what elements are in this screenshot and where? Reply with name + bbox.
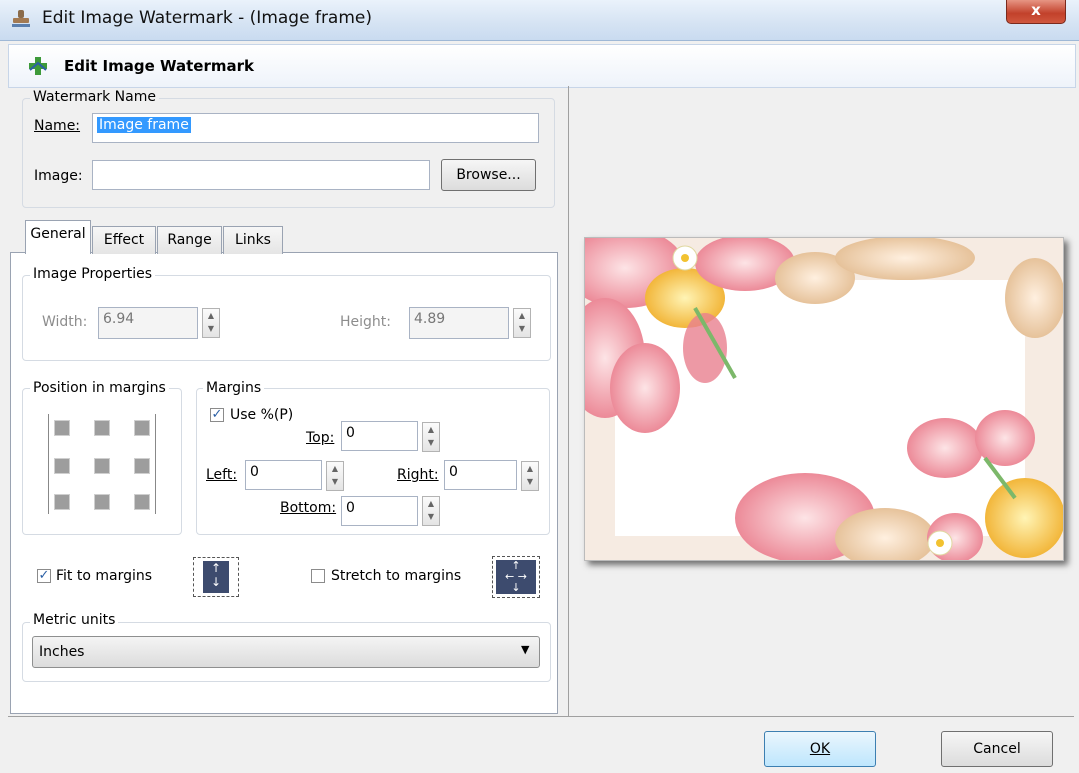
stretch-icon-button[interactable]: ↑ ← → ↓ <box>492 556 540 598</box>
add-watermark-icon <box>29 57 47 75</box>
width-input[interactable]: 6.94 <box>98 307 198 339</box>
left-label: Left: <box>206 467 238 483</box>
fit-icon-button[interactable]: ↑ ↓ <box>193 557 239 597</box>
metric-units-label: Metric units <box>30 612 119 628</box>
header-title: Edit Image Watermark <box>64 57 254 75</box>
height-spinner[interactable]: ▲ ▼ <box>513 308 531 338</box>
bottom-spinner[interactable]: ▲ ▼ <box>422 496 440 526</box>
image-properties-label: Image Properties <box>30 266 156 282</box>
watermark-name-label: Watermark Name <box>30 89 159 105</box>
stretch-icon: ↑ ← → ↓ <box>496 560 536 594</box>
name-label: Name: <box>34 118 81 134</box>
metric-units-select[interactable]: Inches ▼ <box>32 636 540 668</box>
title-bar: Edit Image Watermark - (Image frame) x <box>0 0 1079 41</box>
bottom-input[interactable]: 0 <box>341 496 418 526</box>
tab-range[interactable]: Range <box>157 226 222 254</box>
position-grid <box>48 414 158 514</box>
margins-label: Margins <box>203 380 265 396</box>
stretch-to-margins-checkbox[interactable] <box>311 569 325 583</box>
height-label: Height: <box>340 314 391 330</box>
left-spinner[interactable]: ▲ ▼ <box>326 461 344 491</box>
fit-to-margins-checkbox[interactable]: ✓ <box>37 569 51 583</box>
tab-effect[interactable]: Effect <box>92 226 156 254</box>
name-value: Image frame <box>97 117 191 133</box>
right-input[interactable]: 0 <box>444 460 517 490</box>
right-label: Right: <box>397 467 439 483</box>
width-spinner[interactable]: ▲ ▼ <box>202 308 220 338</box>
image-label: Image: <box>34 168 83 184</box>
top-input[interactable]: 0 <box>341 421 418 451</box>
top-label: Top: <box>306 430 335 446</box>
footer-divider <box>8 716 1074 717</box>
cancel-button[interactable]: Cancel <box>941 731 1053 767</box>
top-spinner[interactable]: ▲ ▼ <box>422 422 440 452</box>
right-spinner[interactable]: ▲ ▼ <box>521 461 539 491</box>
chevron-down-icon: ▼ <box>521 643 530 656</box>
tab-general[interactable]: General <box>25 220 91 254</box>
bottom-label: Bottom: <box>280 500 337 516</box>
position-label: Position in margins <box>30 380 169 396</box>
use-percent-checkbox[interactable]: ✓ <box>210 408 224 422</box>
tab-links[interactable]: Links <box>223 226 283 254</box>
window-title: Edit Image Watermark - (Image frame) <box>42 8 372 28</box>
watermark-preview <box>584 237 1064 561</box>
close-button[interactable]: x <box>1006 0 1066 24</box>
left-input[interactable]: 0 <box>245 460 322 490</box>
image-frame-preview <box>585 238 1063 560</box>
name-input[interactable]: Image frame <box>92 113 539 143</box>
metric-units-value: Inches <box>39 644 85 660</box>
image-path-input[interactable] <box>92 160 430 190</box>
use-percent-label: Use %(P) <box>230 407 294 423</box>
fit-to-margins-label: Fit to margins <box>56 568 153 584</box>
dialog-header: Edit Image Watermark <box>8 44 1076 88</box>
stamp-icon <box>12 10 30 27</box>
width-label: Width: <box>42 314 88 330</box>
stretch-to-margins-label: Stretch to margins <box>331 568 462 584</box>
browse-button[interactable]: Browse... <box>441 159 536 191</box>
ok-button[interactable]: OK <box>764 731 876 767</box>
grid-frame <box>48 414 156 514</box>
fit-icon: ↑ ↓ <box>203 561 229 593</box>
height-input[interactable]: 4.89 <box>409 307 509 339</box>
